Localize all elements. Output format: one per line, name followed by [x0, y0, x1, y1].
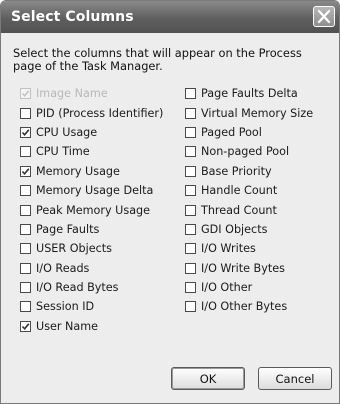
column-option-user-name[interactable]: User Name: [20, 317, 163, 336]
title-bar: Select Columns: [1, 1, 339, 33]
column-option-label: GDI Objects: [201, 222, 268, 236]
column-option-cpu-usage[interactable]: CPU Usage: [20, 123, 163, 142]
column-option-session-id[interactable]: Session ID: [20, 297, 163, 316]
ok-button[interactable]: OK: [171, 367, 245, 390]
checkbox[interactable]: [185, 107, 196, 119]
checkmark-icon: [21, 168, 30, 175]
checkbox[interactable]: [20, 282, 31, 294]
column-option-cpu-time[interactable]: CPU Time: [20, 142, 163, 161]
column-option-i-o-write-bytes[interactable]: I/O Write Bytes: [185, 259, 313, 278]
column-option-label: I/O Write Bytes: [201, 261, 285, 275]
checkbox: [20, 88, 31, 100]
column-option-label: Page Faults Delta: [201, 87, 298, 101]
checkbox[interactable]: [185, 301, 196, 313]
column-option-label: Virtual Memory Size: [201, 106, 314, 120]
column-option-label: Peak Memory Usage: [36, 203, 151, 217]
column-option-page-faults[interactable]: Page Faults: [20, 220, 163, 239]
column-option-label: User Name: [36, 319, 99, 333]
columns-right-list: Page Faults Delta Virtual Memory Size Page…: [185, 84, 313, 317]
column-option-thread-count[interactable]: Thread Count: [185, 200, 313, 219]
column-option-label: Page Faults: [36, 222, 100, 236]
checkbox[interactable]: [20, 262, 31, 274]
column-option-label: Paged Pool: [201, 125, 262, 139]
column-option-paged-pool[interactable]: Paged Pool: [185, 123, 313, 142]
column-option-user-objects[interactable]: USER Objects: [20, 239, 163, 258]
checkbox[interactable]: [185, 282, 196, 294]
column-option-label: Image Name: [36, 87, 108, 101]
column-option-virtual-memory-size[interactable]: Virtual Memory Size: [185, 103, 313, 122]
column-option-base-priority[interactable]: Base Priority: [185, 162, 313, 181]
column-option-non-paged-pool[interactable]: Non-paged Pool: [185, 142, 313, 161]
column-option-page-faults-delta[interactable]: Page Faults Delta: [185, 84, 313, 103]
checkbox[interactable]: [20, 320, 31, 332]
checkbox[interactable]: [20, 185, 31, 197]
checkbox[interactable]: [185, 223, 196, 235]
columns-left-list: Image Name PID (Process Identifier) CPU Us…: [20, 84, 163, 336]
select-columns-dialog: Select Columns Select the columns that w…: [0, 0, 340, 404]
column-option-label: Base Priority: [201, 164, 272, 178]
dialog-description: Select the columns that will appear on t…: [13, 46, 302, 73]
column-option-label: USER Objects: [36, 242, 112, 256]
column-option-label: CPU Time: [36, 145, 90, 159]
cancel-button[interactable]: Cancel: [258, 367, 332, 390]
close-icon: [318, 10, 330, 23]
checkmark-icon: [21, 323, 30, 330]
column-option-memory-usage[interactable]: Memory Usage: [20, 162, 163, 181]
column-option-label: Non-paged Pool: [201, 145, 290, 159]
column-option-gdi-objects[interactable]: GDI Objects: [185, 220, 313, 239]
column-option-label: I/O Other Bytes: [201, 300, 288, 314]
checkbox[interactable]: [20, 146, 31, 158]
column-option-label: Memory Usage Delta: [36, 184, 154, 198]
checkbox[interactable]: [20, 107, 31, 119]
checkbox[interactable]: [20, 165, 31, 177]
checkbox[interactable]: [185, 146, 196, 158]
column-option-handle-count[interactable]: Handle Count: [185, 181, 313, 200]
column-option-i-o-reads[interactable]: I/O Reads: [20, 259, 163, 278]
column-option-peak-memory-usage[interactable]: Peak Memory Usage: [20, 200, 163, 219]
column-option-i-o-other[interactable]: I/O Other: [185, 278, 313, 297]
column-option-i-o-other-bytes[interactable]: I/O Other Bytes: [185, 297, 313, 316]
column-option-label: CPU Usage: [36, 125, 98, 139]
column-option-label: PID (Process Identifier): [36, 106, 164, 120]
checkbox[interactable]: [185, 88, 196, 100]
checkmark-icon: [21, 129, 30, 136]
column-option-label: Handle Count: [201, 184, 278, 198]
column-option-label: Session ID: [36, 300, 95, 314]
checkbox[interactable]: [185, 243, 196, 255]
column-option-label: I/O Reads: [36, 261, 90, 275]
checkbox[interactable]: [20, 126, 31, 138]
column-option-label: I/O Read Bytes: [36, 281, 119, 295]
column-option-i-o-read-bytes[interactable]: I/O Read Bytes: [20, 278, 163, 297]
checkbox[interactable]: [185, 185, 196, 197]
column-option-pid-process-identifier[interactable]: PID (Process Identifier): [20, 103, 163, 122]
column-option-memory-usage-delta[interactable]: Memory Usage Delta: [20, 181, 163, 200]
column-option-label: Memory Usage: [36, 164, 120, 178]
checkbox[interactable]: [185, 204, 196, 216]
column-option-i-o-writes[interactable]: I/O Writes: [185, 239, 313, 258]
checkbox[interactable]: [185, 126, 196, 138]
checkbox[interactable]: [20, 223, 31, 235]
column-option-image-name: Image Name: [20, 84, 163, 103]
checkbox[interactable]: [20, 301, 31, 313]
checkbox[interactable]: [20, 204, 31, 216]
column-option-label: I/O Other: [201, 281, 253, 295]
checkmark-icon: [21, 90, 30, 98]
column-option-label: I/O Writes: [201, 242, 256, 256]
dialog-title: Select Columns: [11, 9, 134, 25]
checkbox[interactable]: [185, 262, 196, 274]
close-button[interactable]: [313, 6, 335, 27]
checkbox[interactable]: [20, 243, 31, 255]
column-option-label: Thread Count: [201, 203, 277, 217]
checkbox[interactable]: [185, 165, 196, 177]
